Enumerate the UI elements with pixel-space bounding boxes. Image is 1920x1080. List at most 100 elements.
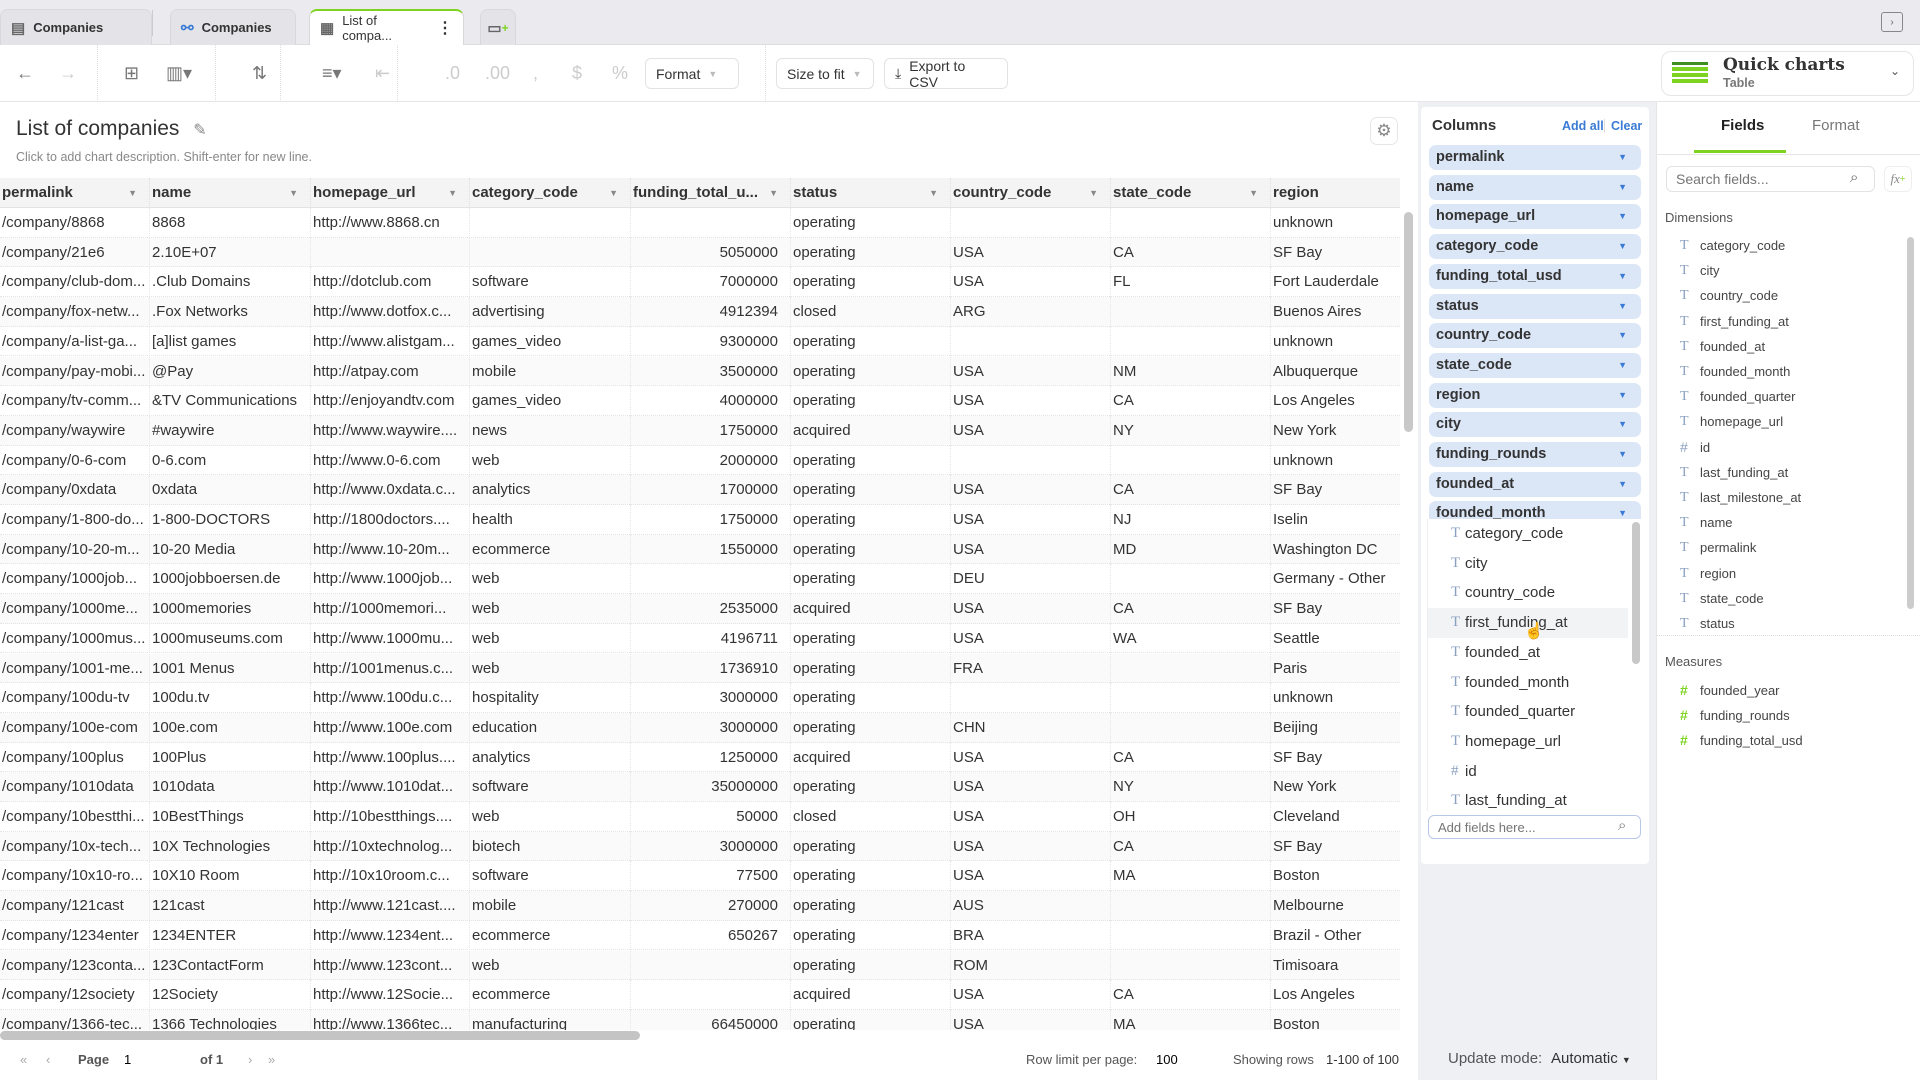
page-input[interactable] (118, 1045, 192, 1073)
chevron-down-icon[interactable]: ▼ (1618, 145, 1627, 170)
dropdown-item[interactable]: Tfounded_at (1428, 638, 1628, 668)
percent-icon[interactable]: % (612, 63, 628, 84)
column-menu-icon[interactable]: ▼ (448, 178, 457, 207)
size-to-fit-button[interactable]: Size to fit ▼ (776, 58, 874, 89)
column-menu-icon[interactable]: ▼ (289, 178, 298, 207)
column-header[interactable]: name ▼ (150, 178, 311, 207)
dropdown-item[interactable]: Tcountry_code (1428, 578, 1628, 608)
column-pill[interactable]: founded_at ▼ (1429, 471, 1641, 497)
vertical-scrollbar[interactable] (1404, 212, 1413, 432)
table-row[interactable]: /company/fox-netw... .Fox Networks http://… (0, 297, 1400, 327)
table-row[interactable]: /company/100plus 100Plus http://www.100plu… (0, 742, 1400, 773)
chevron-down-icon[interactable]: ▼ (1618, 383, 1627, 408)
dropdown-item[interactable]: Thomepage_url (1428, 727, 1628, 757)
column-pill[interactable]: funding_rounds ▼ (1429, 442, 1641, 467)
column-menu-icon[interactable]: ▼ (609, 178, 618, 207)
column-header[interactable]: category_code ▼ (470, 178, 631, 207)
table-row[interactable]: /company/1000me... 1000memories http://100… (0, 594, 1400, 624)
first-page-icon[interactable]: « (20, 1052, 27, 1067)
column-header[interactable]: state_code ▼ (1111, 178, 1271, 207)
chevron-down-icon[interactable]: ▼ (1618, 323, 1627, 348)
add-column-icon[interactable]: ⊞ (124, 63, 139, 84)
table-row[interactable]: /company/1001-me... 1001 Menus http://1001… (0, 653, 1400, 684)
align-icon[interactable]: ≡▾ (322, 63, 342, 84)
dropdown-item[interactable]: # id (1428, 757, 1628, 787)
last-page-icon[interactable]: » (268, 1052, 275, 1067)
column-menu-icon[interactable]: ▼ (929, 178, 938, 207)
horizontal-scrollbar[interactable] (0, 1031, 640, 1040)
chevron-down-icon[interactable]: ▼ (1618, 501, 1627, 519)
table-row[interactable]: /company/21e6 2.10E+07 5050000 operating USA… (0, 237, 1400, 268)
chevron-down-icon[interactable]: ▼ (1618, 294, 1627, 319)
column-menu-icon[interactable]: ▼ (769, 178, 778, 207)
table-row[interactable]: /company/0xdata 0xdata http://www.0xdata.c… (0, 475, 1400, 505)
next-page-icon[interactable]: › (248, 1052, 252, 1067)
table-row[interactable]: /company/10bestthi... 10BestThings http://… (0, 802, 1400, 832)
chart-description[interactable]: Click to add chart description. Shift-en… (16, 150, 312, 164)
tab-companies-model[interactable]: ⚯ Companies (170, 9, 296, 45)
sort-icon[interactable]: ⇅ (252, 63, 267, 84)
column-pill[interactable]: region ▼ (1429, 382, 1641, 408)
update-mode-select[interactable]: Automatic ▼ (1551, 1050, 1631, 1067)
edit-pencil-icon[interactable]: ✎ (193, 122, 206, 139)
format-button[interactable]: Format ▼ (645, 58, 739, 89)
add-all-link[interactable]: Add all (1562, 119, 1604, 133)
column-pill[interactable]: founded_month ▼ (1429, 501, 1641, 519)
table-row[interactable]: /company/waywire #waywire http://www.waywi… (0, 415, 1400, 446)
table-row[interactable]: /company/121cast 121cast http://www.121cas… (0, 891, 1400, 921)
dropdown-item[interactable]: Tlast_funding_at (1428, 786, 1628, 811)
table-row[interactable]: /company/1010data 1010data http://www.1010… (0, 772, 1400, 802)
column-menu-icon[interactable]: ▼ (1089, 178, 1098, 207)
table-row[interactable]: /company/pay-mobi... @Pay http://atpay.com… (0, 356, 1400, 387)
table-row[interactable]: /company/10-20-m... 10-20 Media http://www… (0, 534, 1400, 565)
table-row[interactable]: /company/8868 8868 http://www.8868.cn opera… (0, 208, 1400, 238)
column-pill[interactable]: category_code ▼ (1429, 234, 1641, 260)
comma-icon[interactable]: , (533, 63, 538, 84)
dropdown-item[interactable]: Tfounded_quarter (1428, 697, 1628, 727)
add-fields-input[interactable] (1428, 815, 1641, 839)
decrease-decimals-icon[interactable]: .0 (445, 63, 460, 84)
search-fields-input[interactable] (1666, 166, 1875, 192)
column-pill[interactable]: state_code ▼ (1429, 352, 1641, 378)
table-row[interactable]: /company/12society 12Society http://www.12… (0, 980, 1400, 1010)
table-row[interactable]: /company/1000job... 1000jobboersen.de http… (0, 564, 1400, 595)
chevron-down-icon[interactable]: ▼ (1618, 353, 1627, 378)
chevron-down-icon[interactable]: ▼ (1618, 234, 1627, 259)
chevron-down-icon[interactable]: ▼ (1618, 175, 1627, 200)
currency-icon[interactable]: $ (572, 63, 582, 84)
tab-fields[interactable]: Fields (1721, 117, 1764, 134)
table-row[interactable]: /company/1-800-do... 1-800-DOCTORS http://… (0, 505, 1400, 535)
column-header[interactable]: homepage_url ▼ (311, 178, 470, 207)
column-header[interactable]: country_code ▼ (951, 178, 1111, 207)
column-header[interactable]: permalink ▼ (0, 178, 150, 207)
table-row[interactable]: /company/tv-comm... &TV Communications htt… (0, 386, 1400, 416)
page-title[interactable]: List of companies ✎ (16, 117, 207, 141)
prev-page-icon[interactable]: ‹ (46, 1052, 50, 1067)
column-menu-icon[interactable]: ▼ (128, 178, 137, 207)
column-menu-icon[interactable]: ▼ (1249, 178, 1258, 207)
redo-icon[interactable]: → (59, 63, 77, 84)
table-row[interactable]: /company/1000mus... 1000museums.com http:/… (0, 623, 1400, 654)
table-row[interactable]: /company/10x-tech... 10X Technologies http… (0, 831, 1400, 862)
tab-companies-dataset[interactable]: ▤ Companies (0, 9, 152, 45)
clear-link[interactable]: Clear (1611, 119, 1642, 133)
column-header[interactable]: region▼ (1271, 178, 1400, 207)
gear-icon[interactable]: ⚙ (1370, 117, 1398, 145)
export-csv-button[interactable]: ⤓ Export to CSV (884, 58, 1008, 90)
column-pill[interactable]: country_code ▼ (1429, 323, 1641, 349)
table-row[interactable]: /company/123conta... 123ContactForm http:/… (0, 950, 1400, 981)
chart-type-icon[interactable]: ▥▾ (166, 63, 192, 84)
chevron-down-icon[interactable]: ▼ (1618, 472, 1627, 497)
column-pill[interactable]: funding_total_usd ▼ (1429, 263, 1641, 289)
table-row[interactable]: /company/100du-tv 100du.tv http://www.100d… (0, 683, 1400, 713)
increase-decimals-icon[interactable]: .00 (485, 63, 510, 84)
undo-icon[interactable]: ← (16, 63, 34, 84)
tab-format[interactable]: Format (1812, 117, 1860, 134)
wrap-icon[interactable]: ⇤ (375, 63, 390, 84)
dropdown-item[interactable]: Tcategory_code (1428, 519, 1628, 549)
column-header[interactable]: funding_total_u... ▼ (631, 178, 791, 207)
chevron-down-icon[interactable]: ⌄ (1890, 64, 1900, 78)
column-pill[interactable]: homepage_url ▼ (1429, 204, 1641, 230)
collapse-panel-icon[interactable]: › (1881, 12, 1903, 32)
chevron-down-icon[interactable]: ▼ (1618, 204, 1627, 229)
